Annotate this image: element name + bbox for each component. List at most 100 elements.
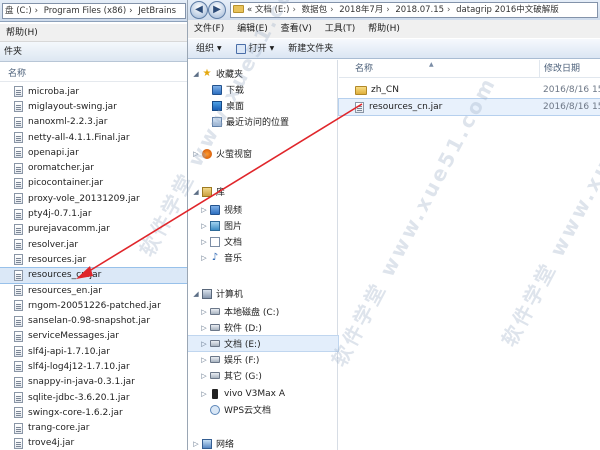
nav-network[interactable]: ▷ 网络 bbox=[188, 436, 338, 450]
address-crumb[interactable]: 数据包 bbox=[302, 5, 328, 15]
address-crumb[interactable]: Program Files (x86) bbox=[44, 6, 126, 16]
address-crumb[interactable]: datagrip 2016中文破解版 bbox=[456, 5, 559, 15]
left-file-row[interactable]: resources_cn.jar bbox=[0, 266, 187, 284]
file-name: picocontainer.jar bbox=[28, 178, 104, 189]
nav-desktop[interactable]: 桌面 bbox=[188, 98, 338, 113]
new-folder-button[interactable]: 件夹 bbox=[4, 47, 22, 57]
left-address-box[interactable]: 盘 (C:) › Program Files (x86) › JetBrains bbox=[2, 3, 186, 19]
nav-huorong[interactable]: ▷ 火萤视窗 bbox=[188, 146, 338, 161]
collapse-icon[interactable]: ◢ bbox=[192, 188, 200, 196]
right-address-box[interactable]: « 文档 (E:) › 数据包 › 2018年7月 › 2018.07.15 › dat… bbox=[230, 2, 598, 18]
nav-pictures[interactable]: ▷ 图片 bbox=[188, 218, 338, 233]
left-file-row[interactable]: netty-all-4.1.1.Final.jar bbox=[0, 130, 187, 145]
content-pane: 名称 ▲ 修改日期 zh_CN 2016/8/16 15 resources_c… bbox=[338, 60, 600, 450]
expand-icon[interactable]: ▷ bbox=[192, 150, 200, 158]
nav-drive-e[interactable]: ▷ 文档 (E:) bbox=[188, 335, 339, 352]
left-file-row[interactable]: swingx-core-1.6.2.jar bbox=[0, 405, 187, 420]
nav-phone[interactable]: ▷ vivo V3Max A bbox=[188, 386, 338, 401]
left-file-row[interactable]: resources.jar bbox=[0, 252, 187, 267]
left-file-row[interactable]: trove4j.jar bbox=[0, 436, 187, 450]
drive-icon bbox=[210, 372, 220, 379]
left-column-header-name[interactable]: 名称 bbox=[0, 66, 187, 82]
address-crumb[interactable]: 2018.07.15 bbox=[395, 5, 444, 15]
nav-libraries[interactable]: ◢ 库 bbox=[188, 184, 338, 199]
drive-icon bbox=[210, 308, 220, 315]
left-file-row[interactable]: oromatcher.jar bbox=[0, 160, 187, 175]
left-file-row[interactable]: miglayout-swing.jar bbox=[0, 99, 187, 114]
menu-help[interactable]: 帮助(H) bbox=[368, 24, 400, 34]
file-row-resources-cn[interactable]: resources_cn.jar 2016/8/16 15 bbox=[338, 98, 600, 116]
file-row-zh-cn[interactable]: zh_CN 2016/8/16 15 bbox=[339, 82, 600, 98]
left-file-row[interactable]: slf4j-api-1.7.10.jar bbox=[0, 344, 187, 359]
left-file-row[interactable]: sqlite-jdbc-3.6.20.1.jar bbox=[0, 390, 187, 405]
menu-file[interactable]: 文件(F) bbox=[194, 24, 224, 34]
address-crumb[interactable]: 文档 (E:) bbox=[255, 5, 290, 15]
collapse-icon[interactable]: ◢ bbox=[192, 290, 200, 298]
expand-icon[interactable]: ▷ bbox=[200, 254, 208, 262]
left-file-row[interactable]: snappy-in-java-0.3.1.jar bbox=[0, 375, 187, 390]
left-file-row[interactable]: serviceMessages.jar bbox=[0, 329, 187, 344]
nav-documents[interactable]: ▷ 文档 bbox=[188, 234, 338, 249]
menu-tools[interactable]: 工具(T) bbox=[325, 24, 356, 34]
expand-icon[interactable]: ▷ bbox=[200, 390, 208, 398]
expand-icon[interactable]: ▷ bbox=[200, 372, 208, 380]
expand-icon[interactable]: ▷ bbox=[200, 222, 208, 230]
arrow-right-icon: ▶ bbox=[213, 4, 221, 15]
nav-drive-g[interactable]: ▷ 其它 (G:) bbox=[188, 368, 338, 383]
left-file-row[interactable]: proxy-vole_20131209.jar bbox=[0, 191, 187, 206]
nav-videos[interactable]: ▷ 视频 bbox=[188, 202, 338, 217]
expand-icon[interactable]: ▷ bbox=[200, 340, 208, 348]
file-name: proxy-vole_20131209.jar bbox=[28, 193, 140, 204]
expand-icon[interactable]: ▷ bbox=[200, 356, 208, 364]
left-file-row[interactable]: rngom-20051226-patched.jar bbox=[0, 298, 187, 313]
nav-drive-f[interactable]: ▷ 娱乐 (F:) bbox=[188, 352, 338, 367]
caret-down-icon: ▼ bbox=[269, 44, 275, 52]
left-file-row[interactable]: sanselan-0.98-snapshot.jar bbox=[0, 313, 187, 328]
open-button[interactable]: 打开 ▼ bbox=[235, 39, 275, 58]
left-file-row[interactable]: purejavacomm.jar bbox=[0, 222, 187, 237]
left-file-row[interactable]: nanoxml-2.2.3.jar bbox=[0, 115, 187, 130]
menu-view[interactable]: 查看(V) bbox=[281, 24, 312, 34]
jar-file-icon bbox=[14, 239, 23, 251]
forward-button[interactable]: ▶ bbox=[208, 1, 226, 19]
nav-drive-d[interactable]: ▷ 软件 (D:) bbox=[188, 320, 338, 335]
address-crumb[interactable]: JetBrains bbox=[138, 6, 176, 16]
nav-computer[interactable]: ◢ 计算机 bbox=[188, 286, 338, 301]
left-file-row[interactable]: openapi.jar bbox=[0, 145, 187, 160]
nav-label: 其它 (G:) bbox=[224, 372, 262, 382]
nav-downloads[interactable]: 下载 bbox=[188, 82, 338, 97]
left-address-bar[interactable]: 盘 (C:) › Program Files (x86) › JetBrains bbox=[0, 0, 187, 22]
expand-icon[interactable]: ▷ bbox=[192, 440, 200, 448]
address-crumb[interactable]: 盘 (C:) bbox=[5, 6, 32, 16]
left-file-row[interactable]: pty4j-0.7.1.jar bbox=[0, 206, 187, 221]
arrow-left-icon: ◀ bbox=[195, 4, 203, 15]
address-overflow[interactable]: « bbox=[247, 5, 252, 15]
nav-wps-cloud[interactable]: WPS云文档 bbox=[188, 402, 338, 417]
file-name: openapi.jar bbox=[28, 147, 79, 158]
new-folder-button[interactable]: 新建文件夹 bbox=[288, 39, 333, 58]
expand-icon[interactable]: ▷ bbox=[200, 324, 208, 332]
column-header-name[interactable]: 名称 bbox=[355, 60, 373, 78]
menu-help[interactable]: 帮助(H) bbox=[6, 28, 38, 38]
left-file-list: microba.jar miglayout-swing.jar nanoxml-2.… bbox=[0, 84, 187, 450]
expand-icon[interactable]: ▷ bbox=[200, 238, 208, 246]
menu-edit[interactable]: 编辑(E) bbox=[237, 24, 268, 34]
left-file-row[interactable]: trang-core.jar bbox=[0, 421, 187, 436]
expand-icon[interactable]: ▷ bbox=[200, 308, 208, 316]
file-name: trove4j.jar bbox=[28, 438, 75, 449]
expand-icon[interactable]: ▷ bbox=[200, 206, 208, 214]
nav-favorites[interactable]: ◢ ★ 收藏夹 bbox=[188, 66, 338, 81]
left-file-row[interactable]: picocontainer.jar bbox=[0, 176, 187, 191]
nav-drive-c[interactable]: ▷ 本地磁盘 (C:) bbox=[188, 304, 338, 319]
column-header-date[interactable]: 修改日期 bbox=[539, 60, 580, 78]
back-button[interactable]: ◀ bbox=[190, 1, 208, 19]
nav-music[interactable]: ▷ ♪ 音乐 bbox=[188, 250, 338, 265]
left-file-row[interactable]: resources_en.jar bbox=[0, 283, 187, 298]
left-file-row[interactable]: microba.jar bbox=[0, 84, 187, 99]
nav-recent[interactable]: 最近访问的位置 bbox=[188, 114, 338, 129]
collapse-icon[interactable]: ◢ bbox=[192, 70, 200, 78]
address-crumb[interactable]: 2018年7月 bbox=[339, 5, 383, 15]
organize-button[interactable]: 组织 ▼ bbox=[196, 39, 222, 58]
left-file-row[interactable]: resolver.jar bbox=[0, 237, 187, 252]
left-file-row[interactable]: slf4j-log4j12-1.7.10.jar bbox=[0, 359, 187, 374]
